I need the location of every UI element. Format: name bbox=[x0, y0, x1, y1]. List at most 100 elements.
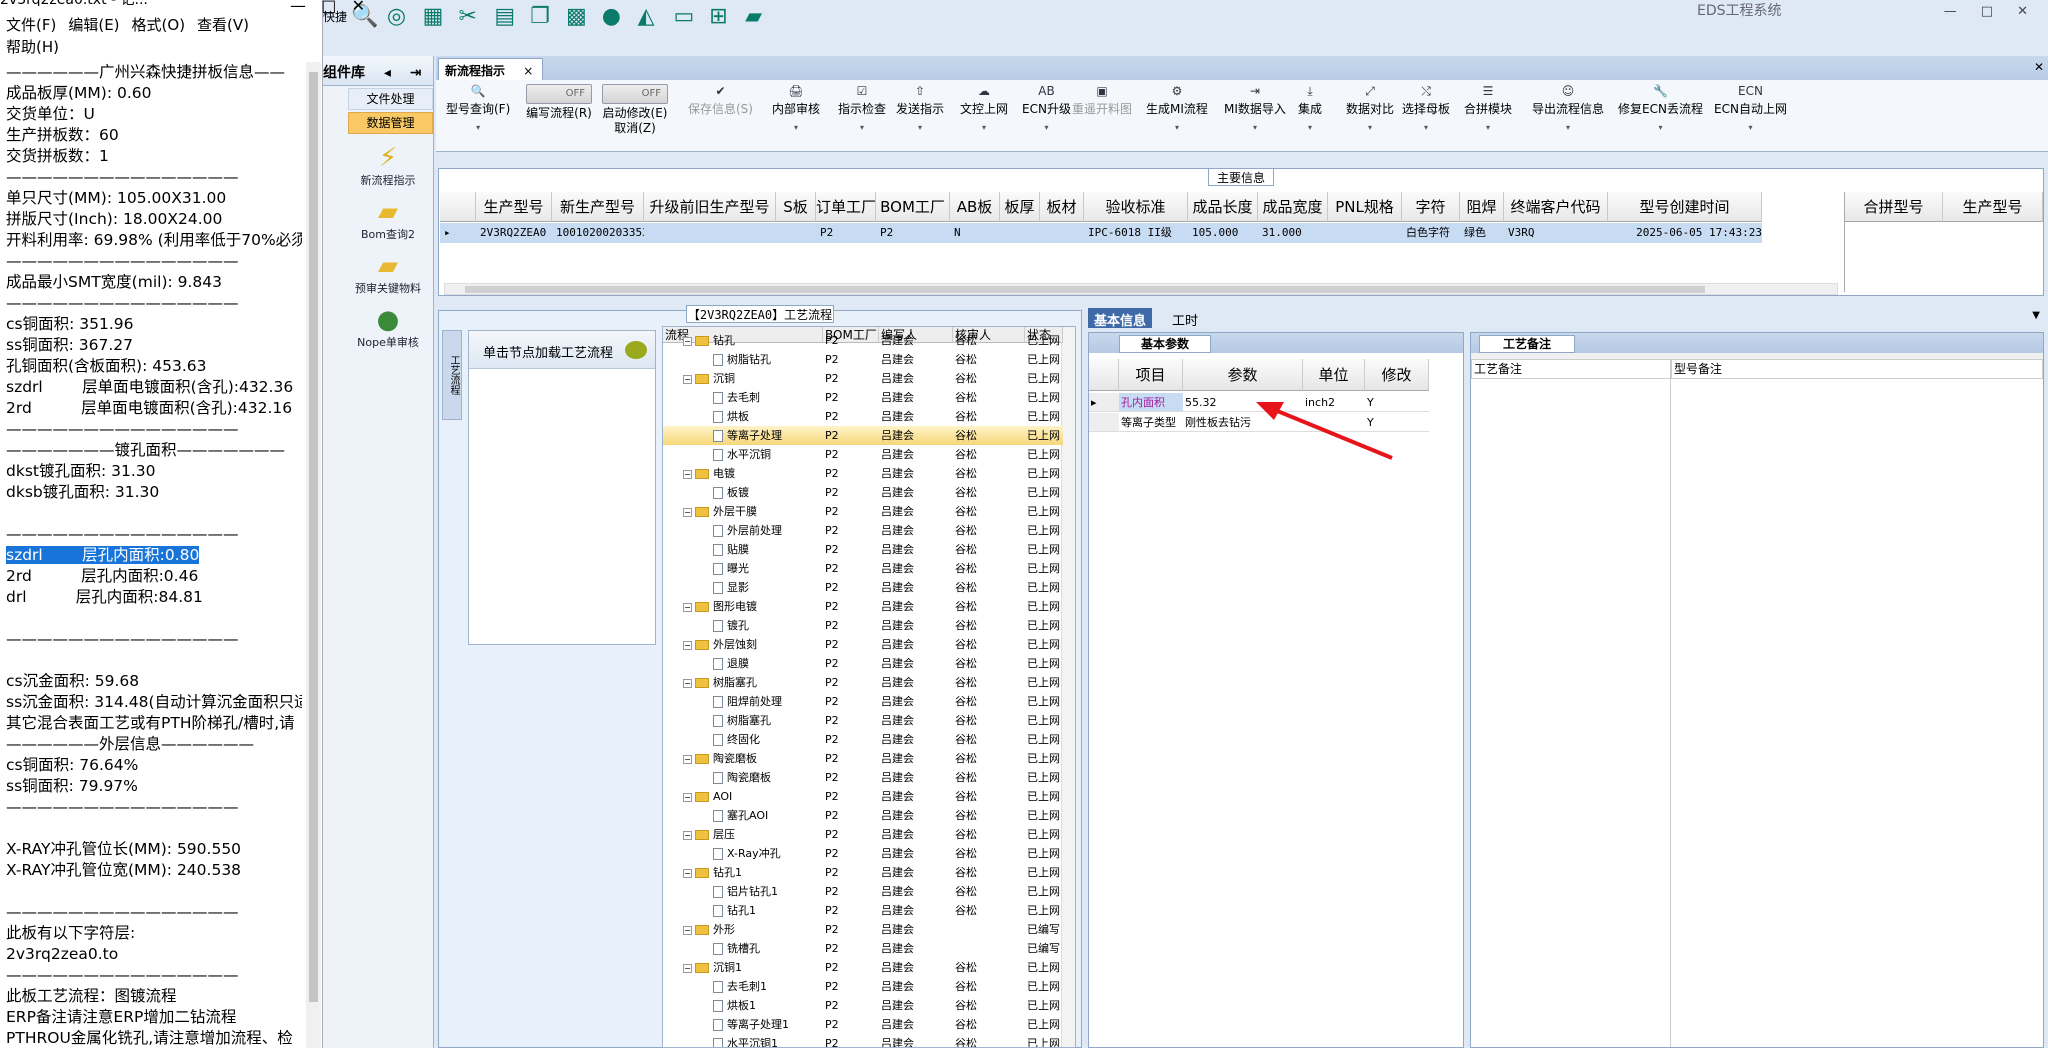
column-header[interactable]: 成品长度 bbox=[1188, 192, 1258, 222]
chevron-down-icon[interactable]: ▾ bbox=[838, 123, 886, 132]
chevron-down-icon[interactable]: ▾ bbox=[1298, 123, 1322, 132]
column-header[interactable]: 工艺备注 bbox=[1471, 359, 1671, 379]
tab-hours[interactable]: 工时 bbox=[1166, 308, 1204, 329]
ribbon-button[interactable]: AB ECN升级 ▾ bbox=[1022, 84, 1071, 132]
close-icon[interactable]: ✕ bbox=[2034, 60, 2044, 74]
ribbon-button[interactable]: ☁ 文控上网 ▾ bbox=[960, 84, 1008, 132]
minimize-button[interactable]: — bbox=[1944, 4, 1957, 19]
notepad-scrollbar[interactable] bbox=[306, 62, 321, 1048]
tree-row[interactable]: 贴膜 P2 吕建会 谷松 已上网 bbox=[663, 540, 1063, 559]
collapse-icon[interactable]: − bbox=[683, 640, 692, 650]
collapse-icon[interactable]: − bbox=[683, 868, 692, 878]
ribbon-button[interactable]: OFF 启动修改(E) 取消(Z) bbox=[602, 84, 668, 136]
table-cell[interactable]: V3RQ bbox=[1504, 223, 1608, 243]
ribbon-button[interactable]: ⤭ 选择母板 ▾ bbox=[1402, 84, 1450, 132]
collapse-icon[interactable]: − bbox=[683, 336, 692, 346]
collapse-icon[interactable]: − bbox=[683, 678, 692, 688]
param-cell-item[interactable]: 等离子类型 bbox=[1119, 413, 1183, 432]
chevron-down-icon[interactable]: ▾ bbox=[772, 123, 820, 132]
column-header[interactable]: 项目 bbox=[1119, 359, 1183, 391]
sidebar-item-new-flow[interactable]: ⚡ 新流程指示 bbox=[343, 144, 433, 188]
scrollbar-thumb[interactable] bbox=[309, 72, 318, 1002]
windows-icon[interactable]: ⊞ bbox=[709, 4, 735, 30]
table-cell[interactable]: P2 bbox=[816, 223, 876, 243]
sidebar-tab-data[interactable]: 数据管理 bbox=[348, 112, 433, 134]
column-header[interactable]: AB板 bbox=[950, 192, 1000, 222]
chevron-down-icon[interactable]: ▾ bbox=[1346, 123, 1394, 132]
tree-row[interactable]: − 图形电镀 P2 吕建会 谷松 已上网 bbox=[663, 597, 1063, 616]
column-header[interactable]: 型号创建时间 bbox=[1608, 192, 1762, 222]
ribbon-button[interactable]: 🖨 内部审核 ▾ bbox=[772, 84, 820, 132]
tree-row[interactable]: − 层压 P2 吕建会 谷松 已上网 bbox=[663, 825, 1063, 844]
tab-new-flow[interactable]: 新流程指示 × bbox=[438, 58, 543, 80]
menu-help[interactable]: 帮助(H) bbox=[6, 38, 59, 56]
menu-file[interactable]: 文件(F) bbox=[6, 16, 56, 34]
column-header[interactable]: 型号备注 bbox=[1671, 359, 2043, 379]
sidebar-item-nope[interactable]: ● Nope单审核 bbox=[343, 306, 433, 350]
load-process-header[interactable]: 单击节点加载工艺流程 bbox=[469, 331, 655, 369]
table-cell[interactable]: 绿色 bbox=[1460, 223, 1504, 243]
tree-row[interactable]: − 沉铜1 P2 吕建会 谷松 已上网 bbox=[663, 958, 1063, 977]
chevron-down-icon[interactable]: ▾ bbox=[446, 123, 510, 132]
param-cell-param[interactable]: 刚性板去钻污 bbox=[1183, 413, 1303, 432]
table-cell[interactable]: 2V3RQ2ZEA0 bbox=[476, 223, 552, 243]
column-header[interactable]: 生产型号 bbox=[476, 192, 552, 222]
chevron-down-icon[interactable]: ▾ bbox=[1714, 123, 1787, 132]
ribbon-button[interactable]: ⇥ MI数据导入 ▾ bbox=[1224, 84, 1286, 132]
column-header[interactable]: BOM工厂 bbox=[876, 192, 950, 222]
param-cell-unit[interactable] bbox=[1303, 413, 1365, 432]
tree-row[interactable]: − 陶瓷磨板 P2 吕建会 谷松 已上网 bbox=[663, 749, 1063, 768]
lifebuoy-icon[interactable]: ◎ bbox=[387, 4, 413, 30]
param-cell-mod[interactable]: Y bbox=[1365, 393, 1429, 412]
table-cell[interactable]: P2 bbox=[876, 223, 950, 243]
pin-icon[interactable]: ⇥ bbox=[410, 65, 422, 81]
tree-row[interactable]: X-Ray冲孔 P2 吕建会 谷松 已上网 bbox=[663, 844, 1063, 863]
param-cell-mod[interactable]: Y bbox=[1365, 413, 1429, 432]
collapse-icon[interactable]: − bbox=[683, 830, 692, 840]
ribbon-button[interactable]: ☺ 导出流程信息 ▾ bbox=[1532, 84, 1604, 132]
maximize-button[interactable]: □ bbox=[1981, 4, 1993, 19]
tree-row[interactable]: 水平沉铜 P2 吕建会 谷松 已上网 bbox=[663, 445, 1063, 464]
table-cell[interactable] bbox=[644, 223, 776, 243]
process-notes-field[interactable] bbox=[1471, 379, 1671, 1047]
param-cell-item[interactable]: 孔内面积 bbox=[1119, 393, 1183, 412]
column-header[interactable]: 参数 bbox=[1183, 359, 1303, 391]
notepad-text-area[interactable]: ——————广州兴森快捷拼板信息—— 成品板厚(MM): 0.60 交货单位：U 生产… bbox=[6, 62, 302, 1048]
chevron-down-icon[interactable]: ▾ bbox=[1022, 123, 1071, 132]
chevron-down-icon[interactable]: ▾ bbox=[1402, 123, 1450, 132]
column-header[interactable]: 订单工厂 bbox=[816, 192, 876, 222]
user-icon[interactable]: ● bbox=[602, 4, 628, 30]
tree-row[interactable]: 树脂钻孔 P2 吕建会 谷松 已上网 bbox=[663, 350, 1063, 369]
ribbon-button[interactable]: ⤓ 集成 ▾ bbox=[1298, 84, 1322, 132]
tree-row[interactable]: 树脂塞孔 P2 吕建会 谷松 已上网 bbox=[663, 711, 1063, 730]
sidebar-tab-file[interactable]: 文件处理 bbox=[348, 88, 433, 110]
film-icon[interactable]: ▤ bbox=[494, 4, 520, 30]
chevron-down-icon[interactable]: ▾ bbox=[896, 123, 944, 132]
column-header[interactable]: 验收标准 bbox=[1084, 192, 1188, 222]
tree-row[interactable]: − 钻孔 P2 吕建会 谷松 已上网 bbox=[663, 331, 1063, 350]
tree-row[interactable]: − 外形 P2 吕建会 已编写 bbox=[663, 920, 1063, 939]
grid-icon[interactable]: ▩ bbox=[566, 4, 592, 30]
column-header[interactable]: 修改 bbox=[1365, 359, 1429, 391]
book-icon[interactable]: ▰ bbox=[745, 4, 771, 30]
tree-row[interactable]: − 外层干膜 P2 吕建会 谷松 已上网 bbox=[663, 502, 1063, 521]
tree-row[interactable]: 显影 P2 吕建会 谷松 已上网 bbox=[663, 578, 1063, 597]
tree-row[interactable]: 水平沉铜1 P2 吕建会 谷松 已上网 bbox=[663, 1034, 1063, 1047]
ribbon-button[interactable]: ☑ 指示检查 ▾ bbox=[838, 84, 886, 132]
column-header[interactable]: 成品宽度 bbox=[1258, 192, 1328, 222]
table-cell[interactable] bbox=[776, 223, 816, 243]
tree-row[interactable]: 曝光 P2 吕建会 谷松 已上网 bbox=[663, 559, 1063, 578]
table-cell[interactable]: IPC-6018 II级 bbox=[1084, 223, 1188, 243]
column-header[interactable]: 升级前旧生产型号 bbox=[644, 192, 776, 222]
tree-row[interactable]: 陶瓷磨板 P2 吕建会 谷松 已上网 bbox=[663, 768, 1063, 787]
tree-row[interactable]: 外层前处理 P2 吕建会 谷松 已上网 bbox=[663, 521, 1063, 540]
chevron-down-icon[interactable]: ▾ bbox=[1532, 123, 1604, 132]
scrollbar-thumb[interactable] bbox=[465, 286, 1705, 293]
tree-row[interactable]: − 沉铜 P2 吕建会 谷松 已上网 bbox=[663, 369, 1063, 388]
tree-row[interactable]: 钻孔1 P2 吕建会 谷松 已上网 bbox=[663, 901, 1063, 920]
chevron-down-icon[interactable]: ▾ bbox=[1618, 123, 1703, 132]
collapse-icon[interactable]: − bbox=[683, 469, 692, 479]
table-cell[interactable]: 31.000 bbox=[1258, 223, 1328, 243]
collapse-icon[interactable]: − bbox=[683, 925, 692, 935]
column-header[interactable]: 生产型号 bbox=[1943, 192, 2043, 222]
